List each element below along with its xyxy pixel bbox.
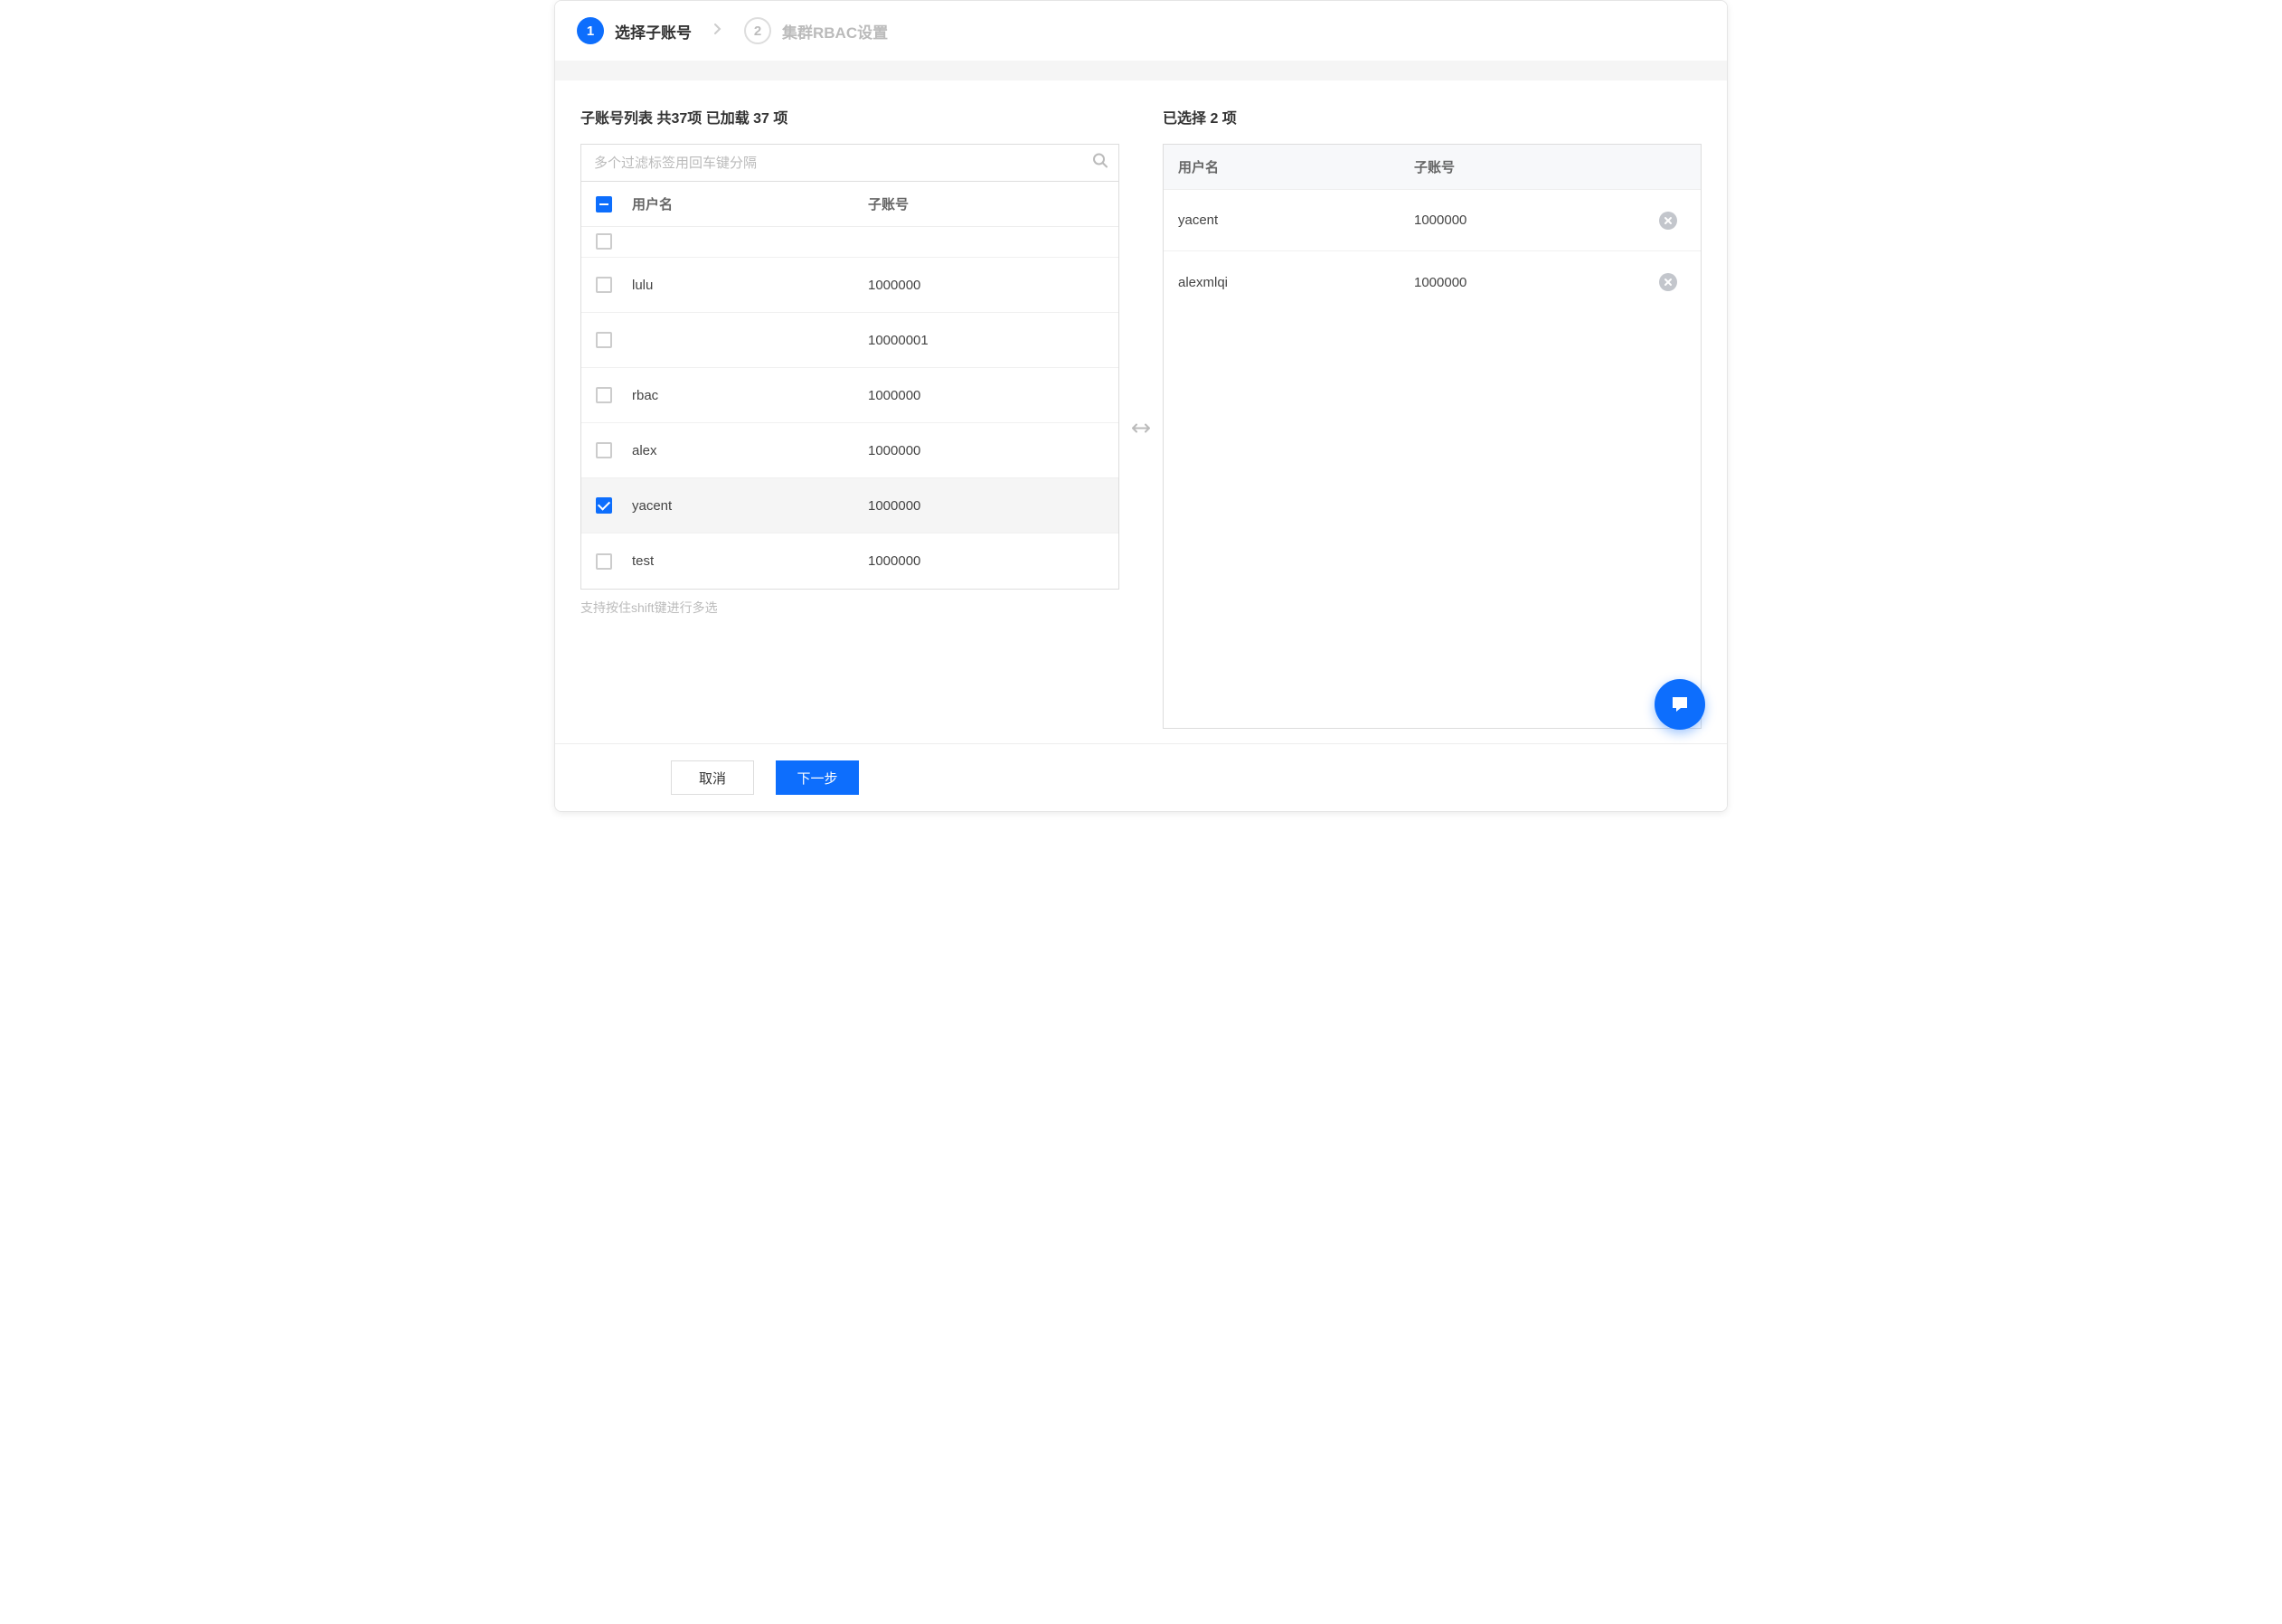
- row-username: lulu: [632, 278, 868, 293]
- step-2-number: 2: [744, 17, 771, 44]
- footer-actions: 取消 下一步: [555, 743, 1727, 811]
- row-checkbox[interactable]: [596, 332, 612, 348]
- col-account-header: 子账号: [1414, 157, 1650, 176]
- table-row[interactable]: yacent 1000000: [581, 478, 1118, 533]
- row-checkbox[interactable]: [596, 497, 612, 514]
- section-divider: [555, 61, 1727, 80]
- selected-table: 用户名 子账号 yacent 1000000: [1163, 144, 1702, 729]
- table-row[interactable]: [581, 227, 1118, 258]
- row-username: alexmlqi: [1178, 275, 1414, 290]
- cancel-button[interactable]: 取消: [671, 760, 754, 795]
- next-button[interactable]: 下一步: [776, 760, 859, 795]
- row-account: 1000000: [868, 443, 1104, 458]
- row-checkbox[interactable]: [596, 233, 612, 250]
- step-1[interactable]: 1 选择子账号: [577, 17, 692, 44]
- table-row[interactable]: test 1000000: [581, 533, 1118, 589]
- row-username: rbac: [632, 388, 868, 403]
- row-checkbox[interactable]: [596, 387, 612, 403]
- select-all-checkbox[interactable]: [596, 196, 612, 212]
- available-table-header: 用户名 子账号: [581, 182, 1118, 227]
- row-username: yacent: [1178, 212, 1414, 228]
- row-username: test: [632, 553, 868, 569]
- row-account: 1000000: [1414, 212, 1650, 228]
- table-row[interactable]: lulu 1000000: [581, 258, 1118, 313]
- remove-button[interactable]: [1659, 212, 1677, 230]
- row-account: 10000001: [868, 333, 1104, 348]
- chat-fab[interactable]: [1655, 679, 1705, 730]
- step-2-label: 集群RBAC设置: [782, 20, 888, 42]
- search-input[interactable]: [580, 144, 1119, 182]
- row-checkbox[interactable]: [596, 442, 612, 458]
- row-account: 1000000: [1414, 275, 1650, 290]
- step-1-label: 选择子账号: [615, 20, 692, 42]
- selected-title: 已选择 2 项: [1163, 106, 1702, 127]
- table-row[interactable]: 10000001: [581, 313, 1118, 368]
- selected-table-header: 用户名 子账号: [1164, 145, 1701, 190]
- chevron-right-icon: [713, 23, 722, 40]
- available-title: 子账号列表 共37项 已加载 37 项: [580, 106, 1119, 127]
- selected-panel: 已选择 2 项 用户名 子账号 yacent 1000000: [1163, 106, 1702, 729]
- col-username-header: 用户名: [632, 194, 868, 213]
- row-username: alex: [632, 443, 868, 458]
- remove-button[interactable]: [1659, 273, 1677, 291]
- row-username: yacent: [632, 498, 868, 514]
- step-2[interactable]: 2 集群RBAC设置: [744, 17, 888, 44]
- col-username-header: 用户名: [1178, 157, 1414, 176]
- table-row[interactable]: alex 1000000: [581, 423, 1118, 478]
- col-account-header: 子账号: [868, 194, 1104, 213]
- row-username: [632, 227, 868, 257]
- swap-icon: [1132, 420, 1150, 439]
- table-row[interactable]: rbac 1000000: [581, 368, 1118, 423]
- step-1-number: 1: [577, 17, 604, 44]
- row-account: 1000000: [868, 388, 1104, 403]
- shift-hint: 支持按住shift键进行多选: [580, 599, 1119, 617]
- row-checkbox[interactable]: [596, 553, 612, 570]
- wizard-steps: 1 选择子账号 2 集群RBAC设置: [555, 1, 1727, 61]
- row-account: 1000000: [868, 553, 1104, 569]
- row-account: [868, 227, 1104, 257]
- available-panel: 子账号列表 共37项 已加载 37 项 用户名 子账号: [580, 106, 1119, 729]
- table-row: alexmlqi 1000000: [1164, 251, 1701, 313]
- available-table: 用户名 子账号 lulu 1000000: [580, 182, 1119, 590]
- table-row: yacent 1000000: [1164, 190, 1701, 251]
- row-account: 1000000: [868, 278, 1104, 293]
- row-account: 1000000: [868, 498, 1104, 514]
- row-checkbox[interactable]: [596, 277, 612, 293]
